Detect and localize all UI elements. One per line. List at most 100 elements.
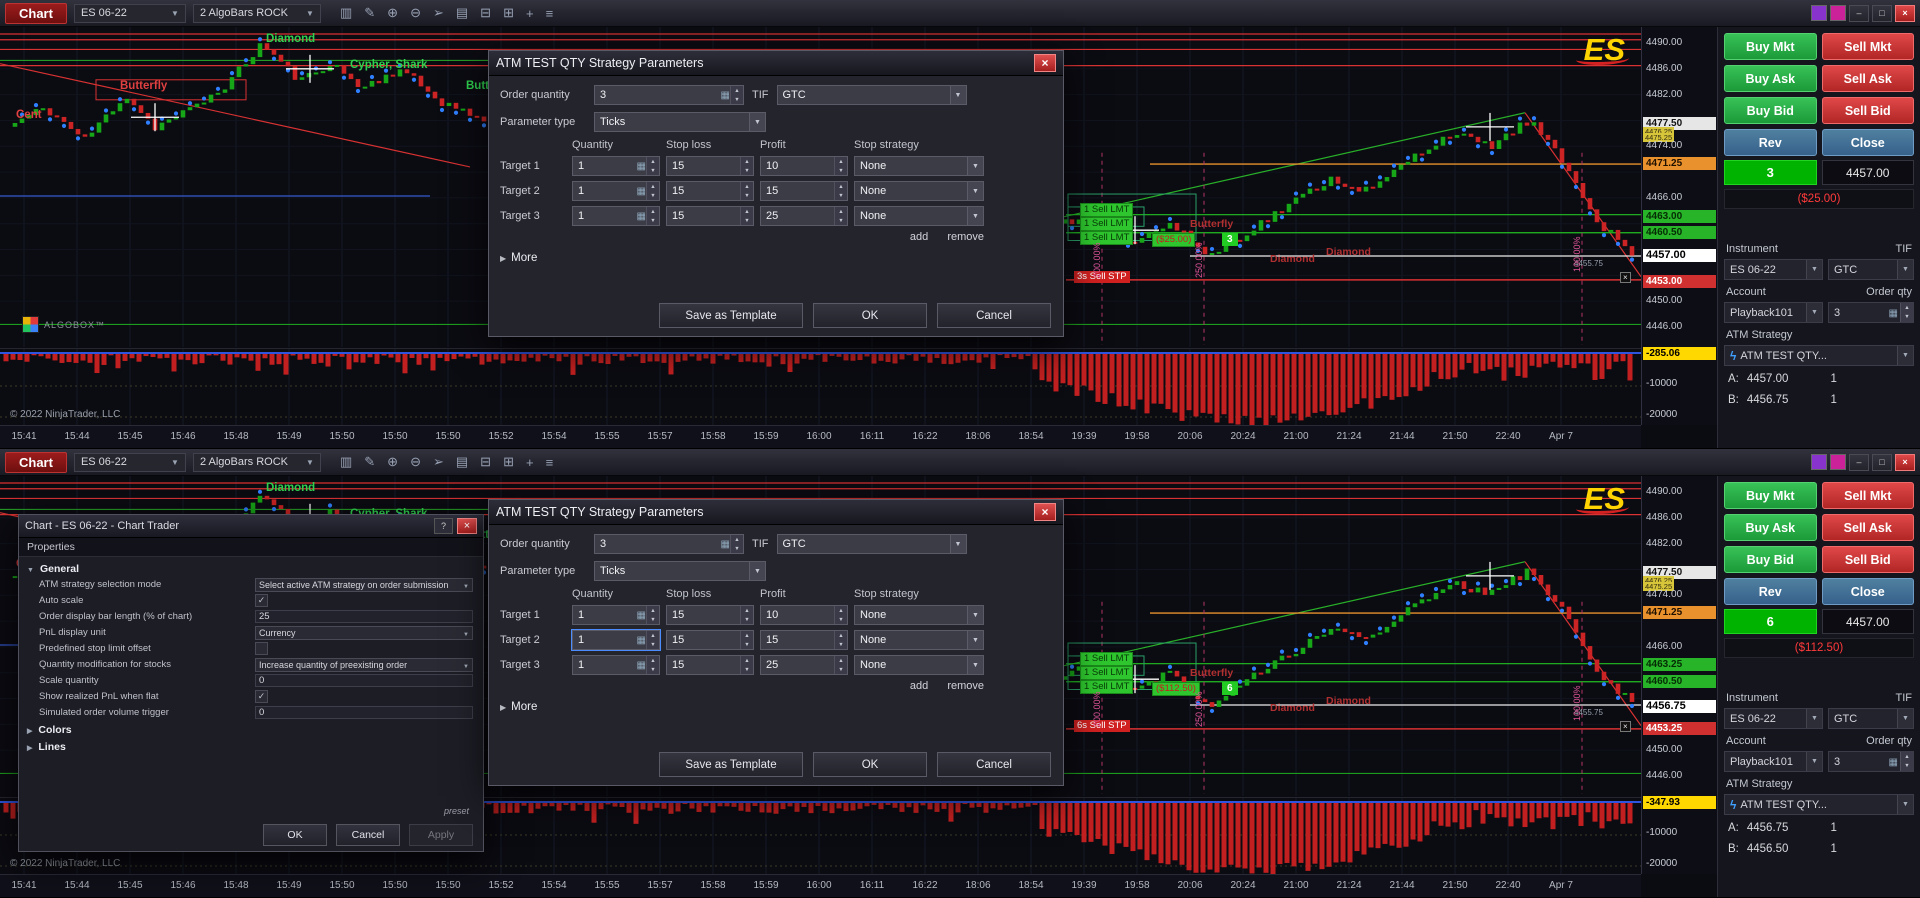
order-qty-input[interactable]: 3 — [1827, 751, 1914, 772]
chart-trader-icon[interactable]: ⊟ — [480, 5, 491, 21]
preset-link[interactable]: preset — [444, 806, 469, 816]
maximize-button[interactable]: □ — [1872, 453, 1892, 471]
property-select[interactable]: Select active ATM strategy on order subm… — [255, 577, 473, 592]
atm-strategy-select[interactable]: ATM TEST QTY... — [1724, 345, 1914, 366]
property-input[interactable]: 0 — [255, 706, 473, 719]
stop-strategy-select[interactable]: None — [854, 605, 984, 625]
quantity-stepper[interactable] — [646, 182, 659, 200]
tif-select[interactable]: GTC — [776, 85, 967, 105]
chart-style-icon[interactable]: ▥ — [340, 5, 352, 21]
profit-input[interactable]: 25 — [760, 655, 848, 675]
chart-trader-icon[interactable]: ⊟ — [480, 454, 491, 470]
instrument-select[interactable]: ES 06-22 — [73, 452, 186, 472]
property-select[interactable]: Currency — [255, 625, 473, 640]
stop-strategy-select[interactable]: None — [854, 206, 984, 226]
section-lines[interactable]: Lines — [19, 738, 483, 755]
zoom-out-icon[interactable]: ⊖ — [410, 5, 421, 21]
stepper[interactable] — [834, 631, 847, 649]
minimize-button[interactable]: – — [1849, 4, 1869, 22]
quantity-stepper[interactable] — [646, 631, 659, 649]
cursor-icon[interactable]: ➢ — [433, 5, 444, 21]
profit-input[interactable]: 15 — [760, 630, 848, 650]
stepper[interactable] — [834, 157, 847, 175]
stop-strategy-select[interactable]: None — [854, 655, 984, 675]
stop-strategy-select[interactable]: None — [854, 156, 984, 176]
stepper[interactable] — [834, 656, 847, 674]
time-axis[interactable]: 15:41 15:44 15:45 15:46 15:48 15:49 15:50 15:50… — [0, 874, 1641, 897]
parameter-type-select[interactable]: Ticks — [594, 561, 766, 581]
apply-button[interactable]: Apply — [409, 824, 473, 846]
quantity-stepper[interactable] — [1899, 303, 1913, 322]
help-button[interactable]: ? — [434, 518, 453, 534]
stop-loss-input[interactable]: 15 — [666, 605, 754, 625]
section-general[interactable]: General — [19, 560, 483, 577]
quantity-stepper[interactable] — [730, 535, 743, 553]
stepper[interactable] — [740, 182, 753, 200]
sell-ask-button[interactable]: Sell Ask — [1821, 514, 1914, 541]
stepper[interactable] — [740, 207, 753, 225]
close-button[interactable]: × — [1895, 4, 1915, 22]
save-as-template-button[interactable]: Save as Template — [659, 303, 803, 328]
atm-strategy-select[interactable]: ATM TEST QTY... — [1724, 794, 1914, 815]
property-checkbox[interactable]: ✓ — [255, 594, 268, 607]
panel-tif-select[interactable]: GTC — [1827, 259, 1914, 280]
stop-loss-input[interactable]: 15 — [666, 206, 754, 226]
bars-type-select[interactable]: 2 AlgoBars ROCK — [192, 452, 321, 472]
data-series-icon[interactable]: ⊞ — [503, 5, 514, 21]
stepper[interactable] — [834, 207, 847, 225]
maximize-button[interactable]: □ — [1872, 4, 1892, 22]
save-as-template-button[interactable]: Save as Template — [659, 752, 803, 777]
bars-type-select[interactable]: 2 AlgoBars ROCK — [192, 3, 321, 23]
profit-input[interactable]: 25 — [760, 206, 848, 226]
stop-strategy-select[interactable]: None — [854, 181, 984, 201]
section-colors[interactable]: Colors — [19, 721, 483, 738]
sell-ask-button[interactable]: Sell Ask — [1821, 65, 1914, 92]
more-expander[interactable]: More — [500, 252, 1052, 264]
buy-ask-button[interactable]: Buy Ask — [1724, 514, 1817, 541]
profit-input[interactable]: 15 — [760, 181, 848, 201]
property-checkbox[interactable]: ✓ — [255, 690, 268, 703]
draw-pencil-icon[interactable]: ✎ — [364, 5, 375, 21]
sell-mkt-button[interactable]: Sell Mkt — [1821, 482, 1914, 509]
properties-dialog-titlebar[interactable]: Chart - ES 06-22 - Chart Trader ? — [19, 515, 483, 538]
volume-chart-canvas[interactable] — [0, 349, 1641, 427]
close-button[interactable]: × — [1895, 453, 1915, 471]
ok-button[interactable]: OK — [813, 752, 927, 777]
panel-instrument-select[interactable]: ES 06-22 — [1724, 708, 1823, 729]
remove-target-link[interactable]: remove — [947, 680, 984, 692]
color-swatch[interactable] — [1811, 5, 1827, 21]
indicators-icon[interactable]: ▤ — [456, 454, 468, 470]
stepper[interactable] — [834, 182, 847, 200]
panel-tif-select[interactable]: GTC — [1827, 708, 1914, 729]
indicators-icon[interactable]: ▤ — [456, 5, 468, 21]
ok-button[interactable]: OK — [813, 303, 927, 328]
cursor-icon[interactable]: ➢ — [433, 454, 444, 470]
target-quantity-input[interactable]: 1 — [572, 206, 660, 226]
time-axis[interactable]: 15:41 15:44 15:45 15:46 15:48 15:49 15:50 15:50… — [0, 425, 1641, 448]
stepper[interactable] — [834, 606, 847, 624]
reverse-button[interactable]: Rev — [1724, 129, 1817, 156]
order-quantity-input[interactable]: 3 — [594, 85, 744, 105]
add-target-link[interactable]: add — [910, 680, 928, 692]
more-expander[interactable]: More — [500, 701, 1052, 713]
profit-input[interactable]: 10 — [760, 605, 848, 625]
color-swatch[interactable] — [1830, 454, 1846, 470]
account-select[interactable]: Playback101 — [1724, 751, 1823, 772]
minimize-button[interactable]: – — [1849, 453, 1869, 471]
stop-loss-input[interactable]: 15 — [666, 630, 754, 650]
buy-mkt-button[interactable]: Buy Mkt — [1724, 482, 1817, 509]
chart-style-icon[interactable]: ▥ — [340, 454, 352, 470]
draw-pencil-icon[interactable]: ✎ — [364, 454, 375, 470]
quantity-stepper[interactable] — [646, 606, 659, 624]
tif-select[interactable]: GTC — [776, 534, 967, 554]
data-series-icon[interactable]: ⊞ — [503, 454, 514, 470]
buy-mkt-button[interactable]: Buy Mkt — [1724, 33, 1817, 60]
quantity-stepper[interactable] — [646, 157, 659, 175]
chart-volume-pane[interactable]: © 2022 NinjaTrader, LLC — [0, 348, 1641, 427]
zoom-in-icon[interactable]: ⊕ — [387, 5, 398, 21]
account-select[interactable]: Playback101 — [1724, 302, 1823, 323]
close-icon[interactable] — [1034, 54, 1056, 72]
ok-button[interactable]: OK — [263, 824, 327, 846]
color-swatch[interactable] — [1811, 454, 1827, 470]
order-qty-input[interactable]: 3 — [1827, 302, 1914, 323]
